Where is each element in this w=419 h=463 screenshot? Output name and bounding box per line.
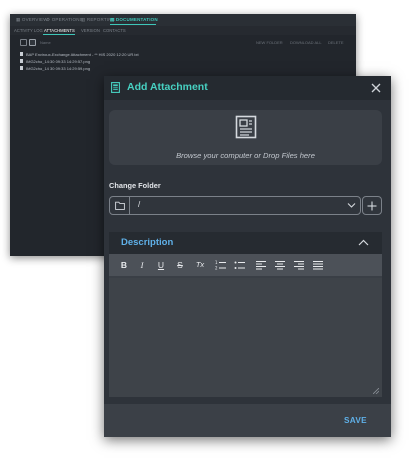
description-header[interactable]: Description [109, 232, 382, 254]
file-dropzone[interactable]: Browse your computer or Drop Files here [109, 110, 382, 165]
nav-active-indicator [110, 24, 156, 25]
close-icon[interactable] [370, 82, 382, 94]
tab-active-indicator [43, 34, 75, 35]
tab-activity-log[interactable]: ACTIVITY LOG [14, 28, 43, 33]
delete-button[interactable]: DELETE [328, 40, 344, 45]
tab-contacts[interactable]: CONTACTS [103, 28, 126, 33]
file-icon [20, 52, 23, 56]
document-icon [235, 115, 257, 139]
plus-icon [367, 201, 377, 211]
file-icon [20, 59, 23, 63]
new-folder-button[interactable]: NEW FOLDER [256, 40, 283, 45]
align-right-icon[interactable] [294, 259, 304, 271]
add-folder-button[interactable] [362, 196, 382, 215]
document-icon [111, 82, 120, 93]
dropzone-text: Browse your computer or Drop Files here [176, 151, 315, 160]
upload-button[interactable] [29, 39, 36, 46]
file-icon [20, 66, 23, 70]
top-nav: ▦ OVERVIEW ⚙ OPERATIONS ▥ REPORTING ▤ DO… [10, 14, 356, 26]
align-left-icon[interactable] [256, 259, 266, 271]
folder-icon [115, 201, 125, 210]
description-panel: Description B I U S Tx 1 2 [109, 232, 382, 397]
editor-toolbar: B I U S Tx 1 2 [109, 254, 382, 276]
dialog-header: Add Attachment [104, 76, 391, 100]
description-editor[interactable] [109, 278, 382, 397]
folder-select[interactable]: / [109, 196, 361, 215]
file-row[interactable]: IMG2cho_14 30 09:33 14:29:59.png [20, 66, 90, 71]
nav-documentation[interactable]: ▤ DOCUMENTATION [110, 17, 158, 23]
bullet-list-icon[interactable] [234, 259, 245, 271]
chevron-down-icon [347, 203, 356, 208]
tab-version[interactable]: VERSION [81, 28, 100, 33]
back-button[interactable] [20, 39, 27, 46]
save-button[interactable]: SAVE [344, 416, 367, 425]
add-attachment-dialog: Add Attachment Browse your computer or D… [104, 76, 391, 437]
align-justify-icon[interactable] [313, 259, 323, 271]
svg-text:2: 2 [215, 266, 218, 271]
dialog-footer: SAVE [104, 404, 391, 437]
download-all-button[interactable]: DOWNLOAD ALL [290, 40, 322, 45]
nav-overview[interactable]: ▦ OVERVIEW [16, 17, 48, 23]
dialog-title: Add Attachment [127, 81, 208, 93]
chevron-up-icon[interactable] [358, 239, 369, 246]
description-title: Description [121, 237, 174, 248]
clear-format-button[interactable]: Tx [193, 259, 207, 271]
resize-grip-icon[interactable] [373, 388, 379, 394]
strikethrough-button[interactable]: S [175, 259, 185, 271]
ordered-list-icon[interactable]: 1 2 [215, 259, 226, 271]
italic-button[interactable]: I [137, 259, 147, 271]
name-column-label: Name [40, 40, 51, 45]
align-center-icon[interactable] [275, 259, 285, 271]
svg-text:1: 1 [215, 260, 218, 265]
change-folder-label: Change Folder [109, 181, 161, 190]
nav-operations[interactable]: ⚙ OPERATIONS [46, 17, 83, 23]
folder-icon-box [110, 197, 130, 214]
folder-value: / [138, 200, 141, 209]
underline-button[interactable]: U [156, 259, 166, 271]
attachments-toolbar: Name NEW FOLDER DOWNLOAD ALL DELETE [10, 36, 356, 48]
file-row[interactable]: BAP Enviroux-Exchange Attachment - ** HI… [20, 52, 139, 57]
bold-button[interactable]: B [119, 259, 129, 271]
tab-attachments[interactable]: ATTACHMENTS [44, 28, 75, 33]
file-row[interactable]: IMG2cho_14:30 09:33 14:29:57.png [20, 59, 90, 64]
